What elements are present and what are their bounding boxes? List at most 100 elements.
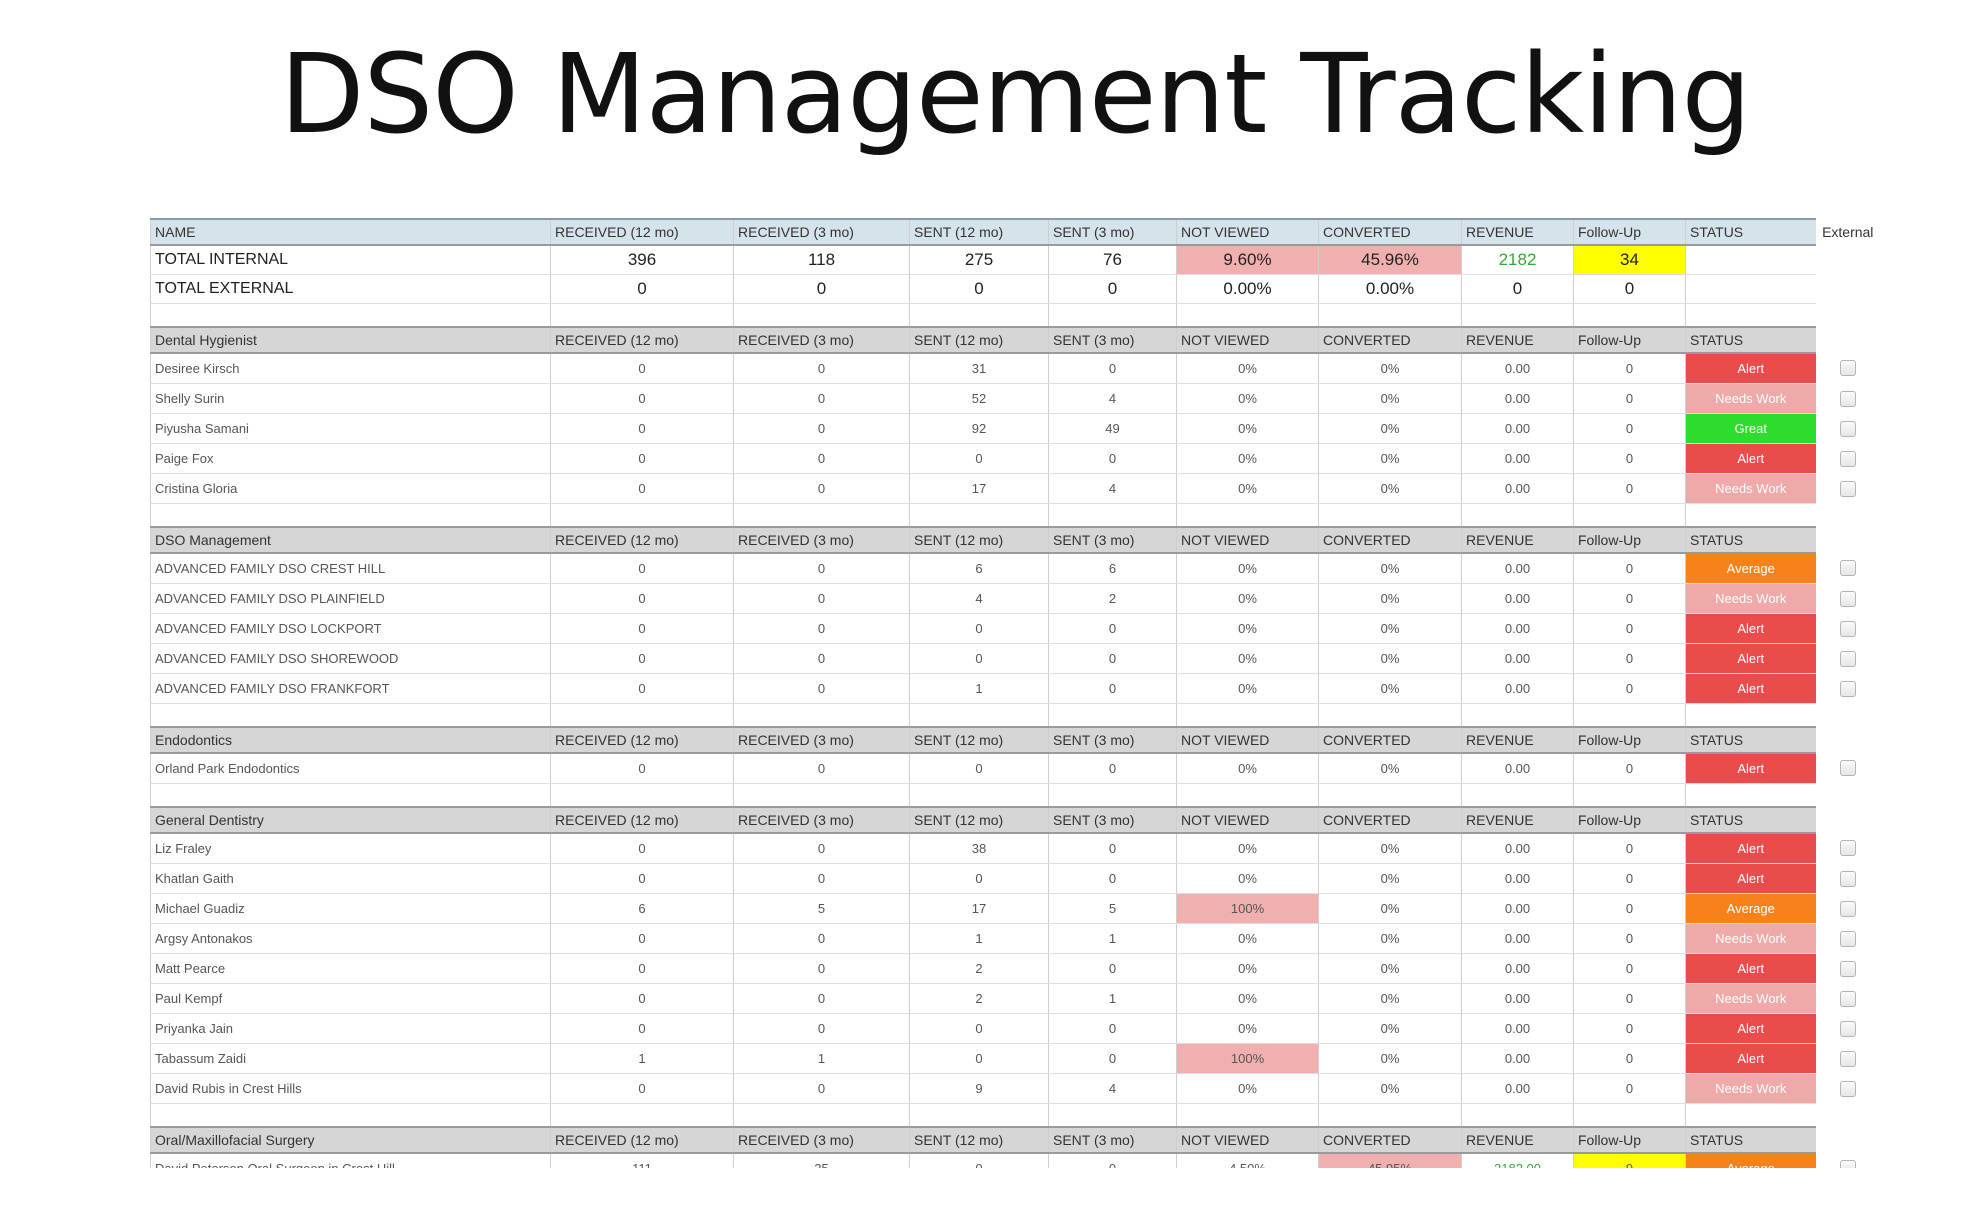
row-cell: 0% [1318, 1013, 1462, 1044]
row-cell: 0 [909, 753, 1049, 784]
column-header: RECEIVED (3 mo) [733, 726, 910, 754]
row-cell: 0% [1176, 673, 1319, 704]
tracking-table: NAME RECEIVED (12 mo) RECEIVED (3 mo) SE… [150, 218, 1880, 1168]
external-cell [1815, 643, 1880, 674]
row-cell: 0 [550, 583, 734, 614]
row-cell: 0 [1048, 863, 1177, 894]
row-cell: 0% [1318, 383, 1462, 414]
section-header-row: Oral/Maxillofacial Surgery RECEIVED (12 m… [150, 1126, 1880, 1154]
external-column-label: External [1815, 219, 1880, 245]
tracking-table-container: NAME RECEIVED (12 mo) RECEIVED (3 mo) SE… [150, 218, 1880, 1168]
row-cell: 0% [1176, 833, 1319, 864]
column-header: CONVERTED [1318, 326, 1462, 354]
column-header: RECEIVED (12 mo) [550, 326, 734, 354]
status-badge: Needs Work [1685, 983, 1816, 1014]
external-checkbox[interactable] [1839, 360, 1856, 377]
external-checkbox[interactable] [1839, 870, 1856, 887]
row-cell: 1 [733, 1043, 910, 1074]
row-name: Cristina Gloria [150, 473, 551, 504]
external-checkbox[interactable] [1839, 1020, 1856, 1037]
section-name: Dental Hygienist [150, 326, 551, 354]
external-cell [1815, 1073, 1880, 1104]
column-header: CONVERTED [1318, 526, 1462, 554]
row-cell: 0% [1318, 583, 1462, 614]
external-checkbox[interactable] [1840, 1160, 1856, 1168]
row-cell: 0 [1048, 673, 1177, 704]
external-checkbox[interactable] [1839, 760, 1856, 777]
row-cell: 0% [1318, 893, 1462, 924]
table-row: Shelly Surin 0 0 52 4 0% 0% 0.00 0 Needs Work [150, 383, 1880, 414]
row-name: ADVANCED FAMILY DSO LOCKPORT [150, 613, 551, 644]
external-checkbox[interactable] [1839, 620, 1856, 637]
external-checkbox[interactable] [1839, 590, 1856, 607]
external-cell [1815, 673, 1880, 704]
table-row: Khatlan Gaith 0 0 0 0 0% 0% 0.00 0 Alert [150, 863, 1880, 894]
header-cell: RECEIVED (3 mo) [733, 218, 910, 246]
row-cell: 0.00 [1461, 1013, 1574, 1044]
column-header: RECEIVED (12 mo) [550, 526, 734, 554]
total-cell: 0.00% [1176, 274, 1319, 304]
external-cell [1815, 583, 1880, 614]
column-header: RECEIVED (12 mo) [550, 1126, 734, 1154]
row-name: ADVANCED FAMILY DSO SHOREWOOD [150, 643, 551, 674]
row-cell: 0.00 [1461, 413, 1574, 444]
row-cell: 0 [550, 753, 734, 784]
column-header: REVENUE [1461, 726, 1574, 754]
row-cell: 0 [550, 1013, 734, 1044]
external-checkbox[interactable] [1839, 480, 1856, 497]
row-cell: 0.00 [1461, 643, 1574, 674]
status-badge: Needs Work [1685, 1073, 1816, 1104]
row-cell: 0% [1176, 413, 1319, 444]
row-cell: 0 [1573, 863, 1686, 894]
external-checkbox[interactable] [1839, 990, 1856, 1007]
row-cell: 0% [1176, 983, 1319, 1014]
external-checkbox[interactable] [1839, 450, 1856, 467]
row-cell: 0 [909, 1013, 1049, 1044]
row-cell: 2 [909, 953, 1049, 984]
external-checkbox[interactable] [1839, 560, 1856, 577]
external-checkbox[interactable] [1839, 1050, 1856, 1067]
row-cell: 0% [1318, 473, 1462, 504]
external-checkbox[interactable] [1839, 840, 1856, 857]
row-name: Khatlan Gaith [150, 863, 551, 894]
total-name: TOTAL EXTERNAL [150, 274, 551, 304]
external-cell [1815, 753, 1880, 784]
column-header: STATUS [1685, 726, 1816, 754]
external-checkbox[interactable] [1839, 680, 1856, 697]
external-checkbox[interactable] [1839, 420, 1856, 437]
external-checkbox[interactable] [1839, 960, 1856, 977]
external-checkbox[interactable] [1839, 930, 1856, 947]
external-checkbox[interactable] [1839, 390, 1856, 407]
external-cell [1815, 613, 1880, 644]
row-cell: 0% [1318, 613, 1462, 644]
row-name: David Peterson Oral Surgeon in Crest Hil… [150, 1153, 551, 1168]
column-header: Follow-Up [1573, 1126, 1686, 1154]
table-row: Michael Guadiz 6 5 17 5 100% 0% 0.00 0 Average [150, 893, 1880, 924]
row-cell: 0.00 [1461, 553, 1574, 584]
row-cell: 0 [733, 413, 910, 444]
column-header: SENT (3 mo) [1048, 526, 1177, 554]
table-row: ADVANCED FAMILY DSO PLAINFIELD 0 0 4 2 0% 0% 0.… [150, 583, 1880, 614]
row-cell: 0 [733, 953, 910, 984]
row-name: Argsy Antonakos [150, 923, 551, 954]
total-status [1685, 274, 1816, 304]
section-name: DSO Management [150, 526, 551, 554]
row-cell: 0 [1573, 673, 1686, 704]
row-cell: 0% [1176, 583, 1319, 614]
column-header: RECEIVED (3 mo) [733, 326, 910, 354]
external-checkbox[interactable] [1839, 1080, 1856, 1097]
row-name: Matt Pearce [150, 953, 551, 984]
status-badge: Average [1685, 893, 1816, 924]
row-cell: 1 [909, 923, 1049, 954]
table-row: Argsy Antonakos 0 0 1 1 0% 0% 0.00 0 Needs Work [150, 923, 1880, 954]
external-checkbox[interactable] [1839, 650, 1856, 667]
row-cell: 0 [1048, 643, 1177, 674]
row-cell: 0 [1048, 833, 1177, 864]
row-cell: 9 [1573, 1153, 1686, 1168]
total-follow-up: 34 [1573, 245, 1686, 275]
row-cell: 0 [550, 983, 734, 1014]
column-header: RECEIVED (3 mo) [733, 526, 910, 554]
row-cell: 0.00 [1461, 753, 1574, 784]
external-cell [1815, 833, 1880, 864]
external-checkbox[interactable] [1839, 900, 1856, 917]
